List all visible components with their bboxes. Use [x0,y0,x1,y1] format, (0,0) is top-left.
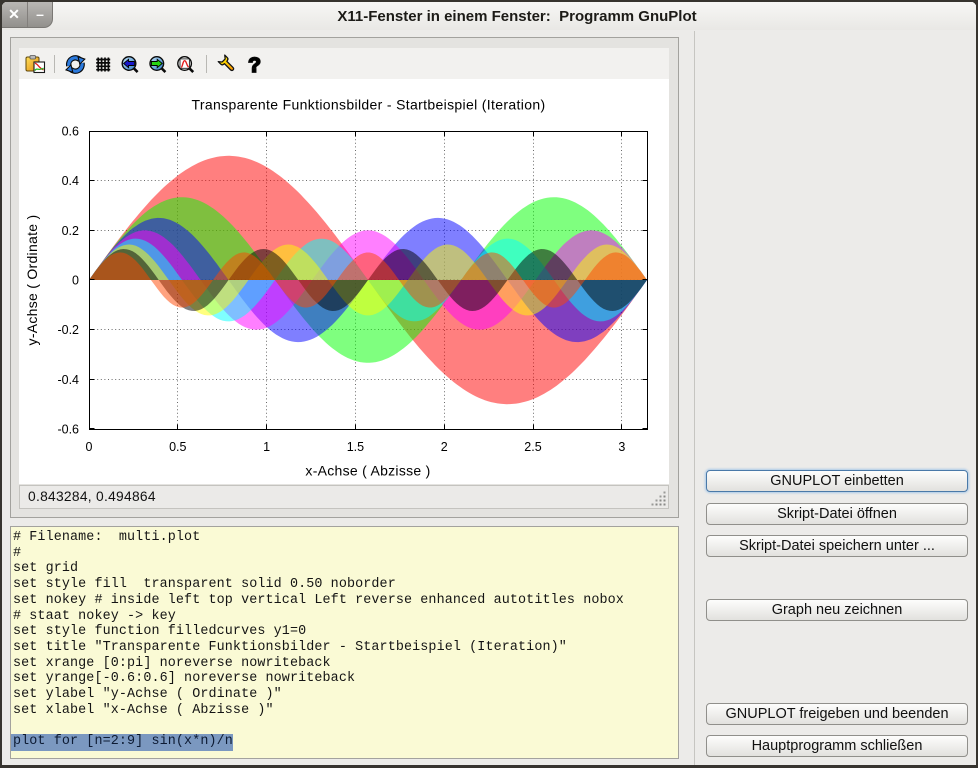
svg-text:0.4: 0.4 [62,174,79,188]
svg-text:0.5: 0.5 [169,440,186,454]
svg-text:?: ? [248,54,261,77]
svg-text:0: 0 [86,440,93,454]
svg-text:3: 3 [618,440,625,454]
svg-text:Transparente Funktionsbilder -: Transparente Funktionsbilder - Startbeis… [192,97,546,113]
svg-text:x-Achse ( Abzisse ): x-Achse ( Abzisse ) [305,463,430,479]
svg-text:2: 2 [441,440,448,454]
svg-text:2.5: 2.5 [524,440,541,454]
svg-text:1.5: 1.5 [347,440,364,454]
svg-text:-0.2: -0.2 [57,323,79,337]
svg-text:1: 1 [263,440,270,454]
svg-text:0.2: 0.2 [62,224,79,238]
svg-text:y-Achse ( Ordinate ): y-Achse ( Ordinate ) [24,215,40,346]
svg-text:-0.6: -0.6 [57,423,79,437]
svg-text:0.6: 0.6 [62,125,79,139]
svg-text:-0.4: -0.4 [57,373,79,387]
svg-text:0: 0 [72,274,79,288]
